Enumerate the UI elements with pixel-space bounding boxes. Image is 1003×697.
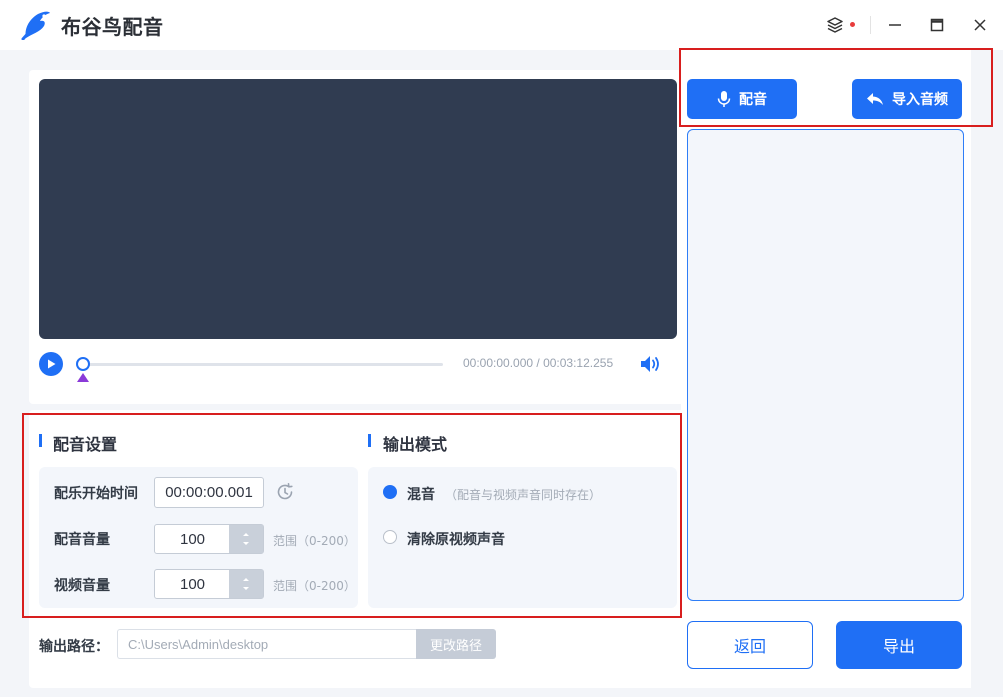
mix-hint: （配音与视频声音同时存在） <box>445 488 602 502</box>
import-arrow-icon <box>866 91 884 107</box>
dub-volume-stepper[interactable]: 100 <box>154 524 264 554</box>
radio-mix[interactable] <box>383 485 397 499</box>
volume-icon[interactable] <box>639 353 663 375</box>
app-logo-icon <box>21 11 50 40</box>
spin-arrows-icon <box>243 578 249 590</box>
import-audio-label: 导入音频 <box>892 92 948 108</box>
export-button[interactable]: 导出 <box>836 621 962 669</box>
dub-volume-spin-buttons[interactable] <box>229 525 263 553</box>
title-bar: 布谷鸟配音 <box>0 0 1003 50</box>
dub-start-marker[interactable] <box>77 373 89 382</box>
section-bar <box>368 434 371 447</box>
video-volume-spin-buttons[interactable] <box>229 570 263 598</box>
start-time-label: 配乐开始时间 <box>54 486 138 502</box>
dub-volume-label: 配音音量 <box>54 532 110 548</box>
remove-original-label[interactable]: 清除原视频声音 <box>407 529 505 549</box>
maximize-icon[interactable] <box>926 14 948 36</box>
import-audio-button[interactable]: 导入音频 <box>852 79 962 119</box>
spin-arrows-icon <box>243 533 249 545</box>
mic-icon <box>717 90 731 108</box>
minimize-icon[interactable] <box>884 14 906 36</box>
back-button[interactable]: 返回 <box>687 621 813 669</box>
titlebar-divider <box>870 16 871 34</box>
output-path-input[interactable]: C:\Users\Admin\desktop <box>117 629 417 659</box>
video-preview[interactable] <box>39 79 677 339</box>
dub-settings-heading: 配音设置 <box>53 435 118 454</box>
video-volume-stepper[interactable]: 100 <box>154 569 264 599</box>
video-volume-value[interactable]: 100 <box>155 570 230 598</box>
clock-reset-icon[interactable] <box>275 482 295 502</box>
dub-volume-value[interactable]: 100 <box>155 525 230 553</box>
audio-list-area[interactable] <box>687 129 964 601</box>
change-path-button[interactable]: 更改路径 <box>416 629 496 659</box>
dub-button[interactable]: 配音 <box>687 79 797 119</box>
progress-handle[interactable] <box>76 357 90 371</box>
radio-remove-original[interactable] <box>383 530 397 544</box>
output-path-label: 输出路径： <box>39 639 109 655</box>
video-volume-range: 范围（0-200） <box>273 579 356 593</box>
progress-track[interactable] <box>83 363 443 366</box>
play-icon <box>48 359 56 369</box>
close-icon[interactable] <box>969 14 991 36</box>
start-time-input[interactable]: 00:00:00.001 <box>154 477 264 508</box>
app-title: 布谷鸟配音 <box>61 15 164 39</box>
play-button[interactable] <box>39 352 63 376</box>
layers-icon[interactable] <box>824 14 846 36</box>
mix-label[interactable]: 混音 <box>407 484 435 504</box>
dub-button-label: 配音 <box>739 92 767 108</box>
output-mode-heading: 输出模式 <box>383 435 448 454</box>
dub-volume-range: 范围（0-200） <box>273 534 356 548</box>
notification-dot <box>850 22 855 27</box>
video-volume-label: 视频音量 <box>54 578 110 594</box>
section-bar <box>39 434 42 447</box>
time-readout: 00:00:00.000 / 00:03:12.255 <box>463 356 614 370</box>
